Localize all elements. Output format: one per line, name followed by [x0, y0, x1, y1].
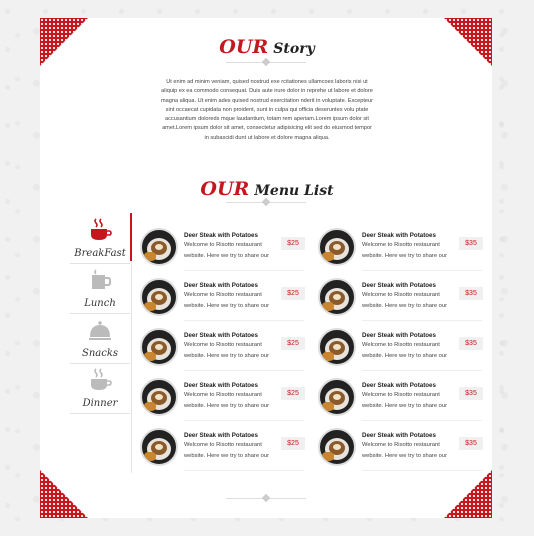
dish-name: Deer Steak with Potatoes — [362, 282, 436, 289]
menu-title-accent: OUR — [200, 178, 250, 200]
menu-item[interactable]: Deer Steak with Potatoes Welcome to Riso… — [140, 374, 310, 422]
dish-name: Deer Steak with Potatoes — [184, 332, 258, 339]
item-divider — [362, 470, 482, 471]
menu-item[interactable]: Deer Steak with Potatoes Welcome to Riso… — [140, 274, 310, 322]
dish-image — [140, 378, 178, 416]
dish-image — [318, 428, 356, 466]
dish-name: Deer Steak with Potatoes — [184, 232, 258, 239]
dish-description: Welcome to Risotto restaurant website. H… — [184, 292, 270, 309]
dish-image — [318, 228, 356, 266]
dish-description: Welcome to Risotto restaurant website. H… — [362, 342, 448, 359]
dish-description: Welcome to Risotto restaurant website. H… — [184, 242, 270, 259]
dish-price: $35 — [459, 337, 483, 350]
dish-description: Welcome to Risotto restaurant website. H… — [184, 342, 270, 359]
dish-description: Welcome to Risotto restaurant website. H… — [362, 292, 448, 309]
item-divider — [184, 270, 304, 271]
menu-item[interactable]: Deer Steak with Potatoes Welcome to Riso… — [318, 424, 488, 472]
dish-name: Deer Steak with Potatoes — [184, 382, 258, 389]
tab-label-breakfast: BreakFast — [74, 248, 126, 259]
story-divider — [226, 57, 306, 67]
cloche-icon — [89, 321, 111, 340]
menu-divider — [226, 197, 306, 207]
menu-tabs: BreakFast Lunch Snacks Dinner — [70, 213, 133, 473]
tab-dinner[interactable]: Dinner — [70, 363, 130, 414]
dish-name: Deer Steak with Potatoes — [184, 282, 258, 289]
dish-price: $35 — [459, 387, 483, 400]
dish-name: Deer Steak with Potatoes — [362, 382, 436, 389]
dish-price: $35 — [459, 437, 483, 450]
tab-breakfast[interactable]: BreakFast — [70, 213, 130, 264]
story-title-rest: Story — [273, 41, 315, 57]
dish-image — [318, 378, 356, 416]
dish-description: Welcome to Risotto restaurant website. H… — [362, 242, 448, 259]
menu-title: OUR Menu List — [0, 178, 534, 200]
menu-item[interactable]: Deer Steak with Potatoes Welcome to Riso… — [140, 424, 310, 472]
tab-lunch[interactable]: Lunch — [70, 263, 130, 314]
story-title: OUR Story — [0, 36, 534, 58]
item-divider — [362, 370, 482, 371]
item-divider — [184, 370, 304, 371]
dish-description: Welcome to Risotto restaurant website. H… — [184, 392, 270, 409]
coffee-cup-icon — [91, 218, 112, 240]
dish-price: $25 — [281, 387, 305, 400]
dish-description: Welcome to Risotto restaurant website. H… — [362, 442, 448, 459]
dish-name: Deer Steak with Potatoes — [362, 232, 436, 239]
tab-label-lunch: Lunch — [84, 298, 116, 309]
item-divider — [362, 420, 482, 421]
dish-image — [140, 428, 178, 466]
active-tab-indicator — [130, 213, 132, 261]
tab-label-dinner: Dinner — [82, 398, 118, 409]
item-divider — [362, 270, 482, 271]
dish-price: $25 — [281, 287, 305, 300]
dish-price: $25 — [281, 437, 305, 450]
menu-item[interactable]: Deer Steak with Potatoes Welcome to Riso… — [140, 324, 310, 372]
dish-name: Deer Steak with Potatoes — [362, 432, 436, 439]
dish-description: Welcome to Risotto restaurant website. H… — [362, 392, 448, 409]
item-divider — [184, 320, 304, 321]
dish-price: $25 — [281, 237, 305, 250]
dish-name: Deer Steak with Potatoes — [184, 432, 258, 439]
menu-item[interactable]: Deer Steak with Potatoes Welcome to Riso… — [140, 224, 310, 272]
item-divider — [184, 420, 304, 421]
dish-description: Welcome to Risotto restaurant website. H… — [184, 442, 270, 459]
item-divider — [184, 470, 304, 471]
menu-item[interactable]: Deer Steak with Potatoes Welcome to Riso… — [318, 324, 488, 372]
bottom-divider — [226, 493, 306, 503]
coffee-cup-icon — [91, 368, 112, 390]
menu-item[interactable]: Deer Steak with Potatoes Welcome to Riso… — [318, 374, 488, 422]
tab-snacks[interactable]: Snacks — [70, 313, 130, 364]
story-title-accent: OUR — [219, 36, 269, 58]
dish-price: $35 — [459, 237, 483, 250]
story-text: Ut enim ad minim veniam, quised nostrud … — [160, 79, 374, 141]
dish-price: $35 — [459, 287, 483, 300]
dish-image — [140, 278, 178, 316]
dish-price: $25 — [281, 337, 305, 350]
menu-item[interactable]: Deer Steak with Potatoes Welcome to Riso… — [318, 224, 488, 272]
mug-icon — [92, 269, 111, 289]
dish-image — [140, 228, 178, 266]
dish-name: Deer Steak with Potatoes — [362, 332, 436, 339]
dish-image — [318, 328, 356, 366]
dish-image — [140, 328, 178, 366]
tab-label-snacks: Snacks — [81, 348, 119, 359]
menu-title-rest: Menu List — [254, 183, 334, 199]
dish-image — [318, 278, 356, 316]
menu-item[interactable]: Deer Steak with Potatoes Welcome to Riso… — [318, 274, 488, 322]
item-divider — [362, 320, 482, 321]
